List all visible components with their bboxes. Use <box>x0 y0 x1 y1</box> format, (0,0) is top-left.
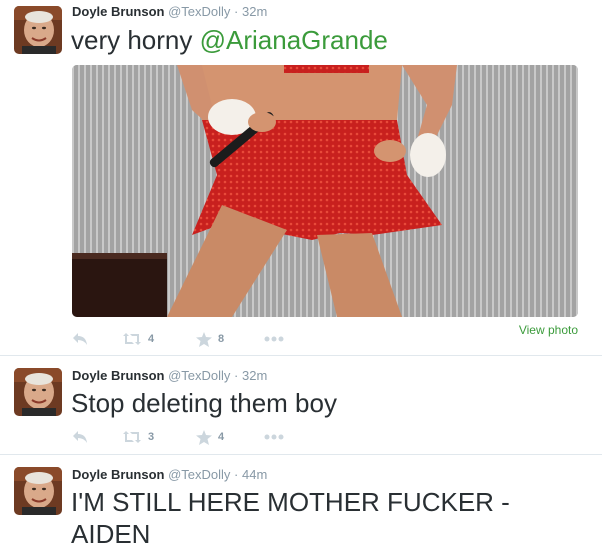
star-icon <box>196 429 212 445</box>
favorite-button[interactable]: 4 <box>196 427 224 447</box>
more-dots-icon <box>264 434 284 440</box>
tweet-header: Doyle Brunson @TexDolly · 32m <box>72 368 267 384</box>
tweet-header: Doyle Brunson @TexDolly · 32m <box>72 4 267 20</box>
tweet-timestamp[interactable]: 32m <box>242 4 267 19</box>
favorite-count: 8 <box>218 333 225 345</box>
tweet-text: very horny @ArianaGrande <box>71 24 582 56</box>
retweet-button[interactable]: 3 <box>122 427 154 447</box>
separator: · <box>234 368 239 383</box>
retweet-count: 4 <box>148 333 155 345</box>
more-button[interactable] <box>264 427 284 447</box>
reply-button[interactable] <box>72 427 88 447</box>
avatar[interactable] <box>14 368 62 416</box>
separator: · <box>234 467 239 482</box>
star-icon <box>196 331 212 347</box>
mention-link[interactable]: @ArianaGrande <box>200 25 388 55</box>
tweet[interactable]: Doyle Brunson @TexDolly · 44m I'M STILL … <box>0 455 602 557</box>
tweet-text-plain: very horny <box>71 25 200 55</box>
retweet-count: 3 <box>148 431 155 443</box>
author-handle[interactable]: @TexDolly <box>168 467 230 482</box>
more-dots-icon <box>264 336 284 342</box>
more-button[interactable] <box>264 329 284 349</box>
tweet-timeline: Doyle Brunson @TexDolly · 32m very horny… <box>0 0 602 557</box>
reply-button[interactable] <box>72 329 88 349</box>
tweet-timestamp[interactable]: 32m <box>242 368 267 383</box>
view-photo-link[interactable]: View photo <box>519 323 578 337</box>
favorite-button[interactable]: 8 <box>196 329 224 349</box>
avatar[interactable] <box>14 6 62 54</box>
retweet-button[interactable]: 4 <box>122 329 154 349</box>
tweet-timestamp[interactable]: 44m <box>242 467 267 482</box>
author-name[interactable]: Doyle Brunson <box>72 467 164 482</box>
author-handle[interactable]: @TexDolly <box>168 368 230 383</box>
tweet[interactable]: Doyle Brunson @TexDolly · 32m very horny… <box>0 0 602 356</box>
retweet-icon <box>123 431 141 443</box>
reply-icon <box>73 333 87 345</box>
author-name[interactable]: Doyle Brunson <box>72 4 164 19</box>
retweet-icon <box>123 333 141 345</box>
tweet-photo[interactable] <box>72 65 578 317</box>
reply-icon <box>73 431 87 443</box>
author-handle[interactable]: @TexDolly <box>168 4 230 19</box>
favorite-count: 4 <box>218 431 225 443</box>
tweet-header: Doyle Brunson @TexDolly · 44m <box>72 467 267 483</box>
tweet-text: Stop deleting them boy <box>71 388 337 418</box>
avatar[interactable] <box>14 467 62 515</box>
tweet-text: I'M STILL HERE MOTHER FUCKER - AIDEN <box>71 487 510 549</box>
separator: · <box>234 4 239 19</box>
author-name[interactable]: Doyle Brunson <box>72 368 164 383</box>
tweet[interactable]: Doyle Brunson @TexDolly · 32m Stop delet… <box>0 356 602 455</box>
